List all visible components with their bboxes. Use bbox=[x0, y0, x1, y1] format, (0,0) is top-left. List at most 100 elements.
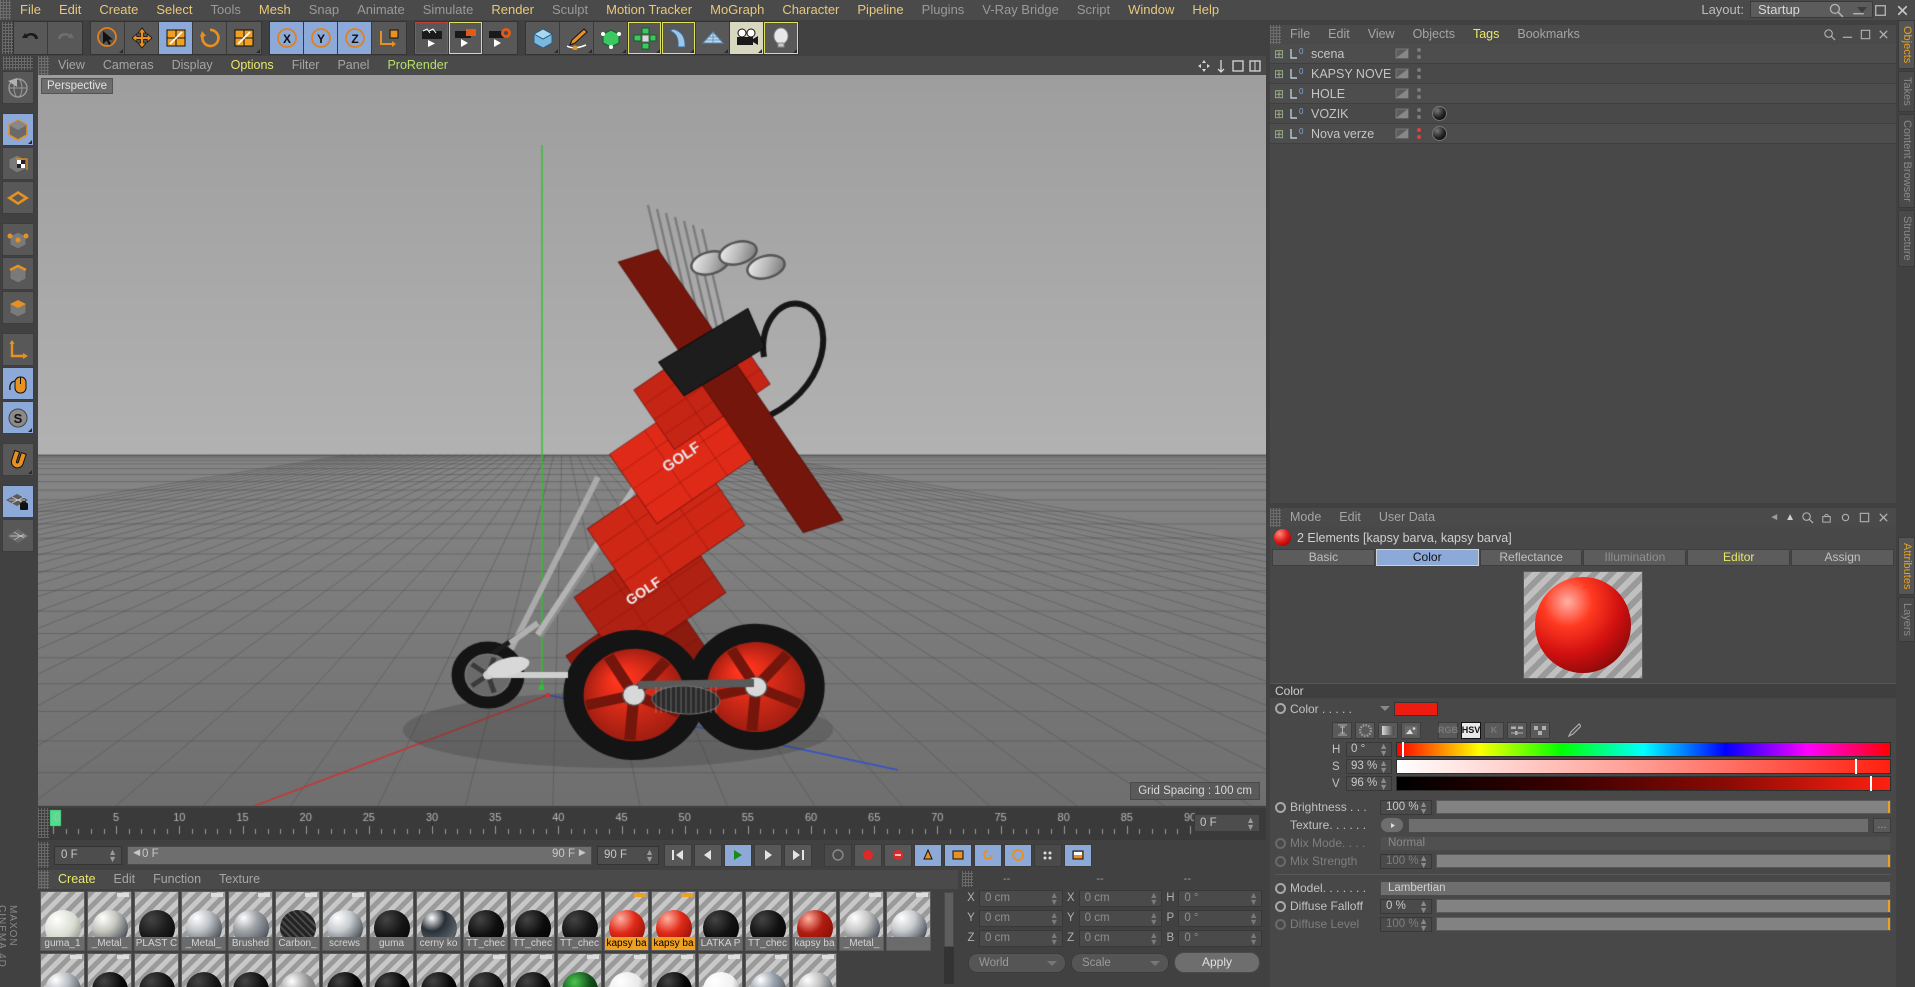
menu-item-create[interactable]: Create bbox=[90, 0, 147, 20]
main-menu-bar[interactable]: File Edit Create Select Tools Mesh Snap Animate… bbox=[0, 0, 1915, 20]
texture-arrow-button[interactable] bbox=[1380, 817, 1404, 833]
menu-item-character[interactable]: Character bbox=[773, 0, 848, 20]
undo-button[interactable] bbox=[14, 22, 48, 54]
world-object-axis-button[interactable] bbox=[372, 22, 406, 54]
menu-item-simulate[interactable]: Simulate bbox=[414, 0, 483, 20]
color-swatch[interactable] bbox=[1394, 701, 1438, 716]
param-value-field[interactable]: 0 % ▲ ▼ bbox=[1380, 898, 1432, 914]
object-manager-icons[interactable] bbox=[1823, 28, 1890, 41]
material-cell[interactable] bbox=[510, 953, 555, 987]
floor-environment-button[interactable] bbox=[696, 22, 730, 54]
texture-path-field[interactable] bbox=[1408, 817, 1869, 833]
coordinate-row[interactable]: X 0 cm ▲ ▼ X 0 cm ▲ ▼ H 0 ° ▲ ▼ bbox=[962, 888, 1266, 908]
coordinate-rows[interactable]: X 0 cm ▲ ▼ X 0 cm ▲ ▼ H 0 ° ▲ ▼ Y 0 cm ▲ ▼ Y 0 cm ▲ ▼ P 0 ° ▲ ▼… bbox=[962, 888, 1266, 948]
search-icon[interactable] bbox=[1823, 28, 1836, 41]
material-cell[interactable] bbox=[745, 953, 790, 987]
lock-icon[interactable] bbox=[1820, 511, 1833, 524]
menu-item-select[interactable]: Select bbox=[147, 0, 201, 20]
dock-tab-attributes[interactable]: Attributes bbox=[1898, 536, 1915, 596]
scale-alt-tool-button[interactable] bbox=[227, 22, 261, 54]
step-forward-button[interactable] bbox=[754, 843, 782, 867]
spinner-icon[interactable]: ▲ ▼ bbox=[108, 847, 117, 863]
right-dock-tabs[interactable]: Objects Takes Content Browser Structure Att… bbox=[1898, 20, 1915, 987]
tab-editor[interactable]: Editor bbox=[1687, 549, 1791, 566]
spinner-icon[interactable]: ▲ ▼ bbox=[1149, 930, 1158, 946]
param-dropdown[interactable]: Lambertian bbox=[1380, 880, 1891, 896]
menu-item-plugins[interactable]: Plugins bbox=[913, 0, 974, 20]
viewport-menu-panel[interactable]: Panel bbox=[328, 56, 378, 75]
object-creation-group[interactable] bbox=[525, 21, 799, 55]
material-cell[interactable] bbox=[886, 891, 931, 951]
material-cell[interactable] bbox=[40, 953, 85, 987]
model-mode-button[interactable] bbox=[2, 113, 34, 146]
viewport-rotate-icon[interactable] bbox=[1231, 59, 1245, 73]
attribute-grip[interactable] bbox=[1270, 508, 1281, 527]
render-region-button[interactable] bbox=[449, 22, 483, 54]
hsv-slider-marker[interactable] bbox=[1855, 759, 1858, 774]
param-model[interactable]: Model. . . . . . . Lambertian bbox=[1270, 879, 1896, 897]
viewport-move-icon[interactable] bbox=[1197, 59, 1211, 73]
rotation-key-button[interactable] bbox=[974, 843, 1002, 867]
nav-back-icon[interactable]: ◄ bbox=[1769, 512, 1779, 523]
material-grid[interactable]: guma_1 _Metal_ PLAST C _Metal_ Brushed Carbon… bbox=[40, 891, 950, 987]
material-cell[interactable] bbox=[228, 953, 273, 987]
material-menu-create[interactable]: Create bbox=[49, 870, 105, 889]
material-menu-items[interactable]: Create Edit Function Texture bbox=[49, 870, 269, 889]
object-row[interactable]: ⊞ 0 Nova verze bbox=[1270, 124, 1896, 144]
spinner-icon[interactable]: ▲ ▼ bbox=[1379, 759, 1388, 775]
scale-tool-button[interactable] bbox=[159, 22, 193, 54]
camera-button[interactable] bbox=[730, 22, 764, 54]
param-dropdown[interactable]: Normal bbox=[1380, 835, 1891, 851]
axis-modify-button[interactable] bbox=[2, 333, 34, 366]
menu-item-help[interactable]: Help bbox=[1183, 0, 1228, 20]
object-grip[interactable] bbox=[1270, 25, 1281, 44]
spinner-icon[interactable]: ▲ ▼ bbox=[1246, 816, 1255, 832]
param-slider[interactable] bbox=[1436, 854, 1891, 868]
spinner-icon[interactable]: ▲ ▼ bbox=[1149, 910, 1158, 926]
material-cell[interactable] bbox=[557, 953, 602, 987]
material-menu-edit[interactable]: Edit bbox=[105, 870, 145, 889]
menu-item-pipeline[interactable]: Pipeline bbox=[848, 0, 912, 20]
expand-toggle-icon[interactable]: ⊞ bbox=[1270, 67, 1288, 81]
spinner-icon[interactable]: ▲ ▼ bbox=[1419, 853, 1428, 869]
panel-close-icon[interactable] bbox=[1877, 28, 1890, 41]
viewport-scale-icon[interactable] bbox=[1214, 59, 1228, 73]
material-cell[interactable]: _Metal_ bbox=[87, 891, 132, 951]
param-radio-icon[interactable] bbox=[1275, 837, 1286, 849]
object-menu-view[interactable]: View bbox=[1359, 25, 1404, 44]
material-menu-bar[interactable]: Create Edit Function Texture bbox=[38, 870, 958, 889]
object-tag-area[interactable] bbox=[1426, 106, 1896, 121]
material-cell[interactable]: LATKA P bbox=[698, 891, 743, 951]
visibility-toggle[interactable] bbox=[1392, 48, 1412, 59]
axis-lock-group[interactable]: X Y Z bbox=[269, 21, 407, 55]
menu-item-tools[interactable]: Tools bbox=[202, 0, 250, 20]
tab-color[interactable]: Color bbox=[1375, 549, 1479, 566]
object-menu-edit[interactable]: Edit bbox=[1319, 25, 1359, 44]
spinner-icon[interactable]: ▲ ▼ bbox=[1249, 890, 1258, 906]
pin-icon[interactable] bbox=[1839, 511, 1852, 524]
autokeying-toggle-button[interactable] bbox=[824, 843, 852, 867]
param-radio-icon[interactable] bbox=[1275, 918, 1286, 930]
polygon-grid-button[interactable] bbox=[2, 181, 34, 214]
material-cell[interactable] bbox=[698, 953, 743, 987]
menu-item-snap[interactable]: Snap bbox=[300, 0, 348, 20]
hsv-sliders[interactable]: H0 ° ▲ ▼ S 93 % ▲ ▼ V 96 % ▲ ▼ bbox=[1270, 741, 1896, 792]
param-slider[interactable] bbox=[1436, 899, 1891, 913]
attribute-menu-items[interactable]: Mode Edit User Data bbox=[1281, 508, 1444, 527]
param-mix-mode[interactable]: Mix Mode. . . . Normal bbox=[1270, 834, 1896, 852]
param-slider[interactable] bbox=[1436, 917, 1891, 931]
panel-maximize-icon[interactable] bbox=[1859, 28, 1872, 41]
image-picker-icon[interactable] bbox=[1401, 721, 1421, 739]
undo-redo-group[interactable] bbox=[13, 21, 83, 55]
workplane-lock-button[interactable] bbox=[2, 485, 34, 518]
axis-y-button[interactable]: Y bbox=[304, 22, 338, 54]
color-radio-icon[interactable] bbox=[1275, 703, 1286, 714]
param-radio-icon[interactable] bbox=[1275, 801, 1286, 813]
spinner-icon[interactable]: ▲ ▼ bbox=[1379, 776, 1388, 792]
tab-reflectance[interactable]: Reflectance bbox=[1479, 549, 1583, 566]
spinner-icon[interactable]: ▲ ▼ bbox=[1050, 890, 1059, 906]
left-tool-palette[interactable]: S bbox=[0, 56, 36, 901]
viewport-menu-cameras[interactable]: Cameras bbox=[94, 56, 163, 75]
param-radio-icon[interactable] bbox=[1275, 882, 1286, 894]
menu-item-edit[interactable]: Edit bbox=[50, 0, 90, 20]
